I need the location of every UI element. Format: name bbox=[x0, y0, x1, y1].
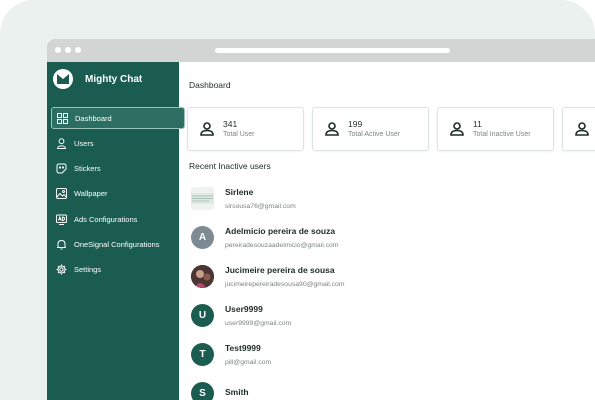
sidebar-item-users[interactable]: Users bbox=[51, 132, 179, 154]
stat-card-total-user[interactable]: 341 Total User bbox=[187, 107, 304, 151]
stat-label: Total Active User bbox=[348, 130, 401, 138]
browser-titlebar bbox=[47, 39, 595, 62]
avatar: T bbox=[191, 343, 214, 366]
dashboard-grid-icon bbox=[56, 112, 68, 124]
window-controls bbox=[55, 47, 81, 53]
sidebar-nav: Dashboard Users Stickers Wallpaper Ads C… bbox=[51, 107, 185, 284]
list-item[interactable]: S Smith bbox=[191, 374, 591, 400]
maximize-dot[interactable] bbox=[75, 47, 81, 53]
user-name: Sirlene bbox=[225, 186, 254, 197]
bell-icon bbox=[55, 238, 67, 250]
stat-label: Total User bbox=[223, 130, 255, 138]
app-name: Mighty Chat bbox=[85, 73, 143, 85]
user-name: Jucimeire pereira de sousa bbox=[225, 264, 335, 275]
ad-icon bbox=[55, 213, 67, 225]
sidebar-item-label: Dashboard bbox=[75, 113, 112, 123]
stat-value: 11 bbox=[473, 118, 482, 129]
avatar bbox=[191, 187, 214, 210]
sidebar-item-stickers[interactable]: Stickers bbox=[51, 158, 179, 180]
main-content: Dashboard 341 Total User 199 Total Activ… bbox=[179, 62, 595, 400]
stat-card-total-inactive-user[interactable]: 11 Total Inactive User bbox=[437, 107, 554, 151]
stat-value: 199 bbox=[348, 118, 363, 129]
user-email: jucimeirepereiradesousa90@gmail.com bbox=[225, 280, 345, 288]
brand[interactable]: Mighty Chat bbox=[53, 69, 142, 89]
user-icon bbox=[325, 122, 339, 136]
image-icon bbox=[55, 188, 67, 200]
list-item[interactable]: T Test9999 pill@gmail.com bbox=[191, 335, 591, 374]
stat-value: 341 bbox=[223, 118, 238, 129]
user-name: Test9999 bbox=[225, 342, 261, 353]
sidebar-item-label: Stickers bbox=[74, 164, 101, 174]
user-email: user9999@gmail.com bbox=[225, 319, 292, 327]
browser-window: Mighty Chat Dashboard Users Stickers Wal… bbox=[47, 39, 595, 400]
sidebar-item-settings[interactable]: Settings bbox=[51, 259, 179, 281]
sidebar-item-label: Wallpaper bbox=[74, 189, 108, 199]
user-name: User9999 bbox=[225, 303, 263, 314]
sidebar-item-label: OneSignal Configurations bbox=[74, 239, 160, 249]
user-email: pereiradesouzaadelmicio@gmail.com bbox=[225, 241, 339, 249]
list-item[interactable]: Sirlene sirsousa76@gmail.com bbox=[191, 179, 591, 218]
user-email: sirsousa76@gmail.com bbox=[225, 202, 296, 210]
user-icon bbox=[55, 137, 67, 149]
avatar bbox=[191, 265, 214, 288]
sidebar: Mighty Chat Dashboard Users Stickers Wal… bbox=[47, 62, 185, 400]
minimize-dot[interactable] bbox=[65, 47, 71, 53]
list-item[interactable]: Jucimeire pereira de sousa jucimeirepere… bbox=[191, 257, 591, 296]
recent-inactive-users-list: Sirlene sirsousa76@gmail.com A Adelmicio… bbox=[191, 179, 591, 400]
mighty-chat-logo-icon bbox=[53, 69, 73, 89]
stats-row: 341 Total User 199 Total Active User 11 … bbox=[187, 107, 595, 151]
avatar: U bbox=[191, 304, 214, 327]
sidebar-item-onesignal-configurations[interactable]: OneSignal Configurations bbox=[51, 233, 179, 255]
user-icon bbox=[575, 122, 589, 136]
stat-card-partial[interactable] bbox=[562, 107, 595, 151]
avatar: A bbox=[191, 226, 214, 249]
user-name: Smith bbox=[225, 387, 249, 397]
user-email: pill@gmail.com bbox=[225, 358, 272, 366]
user-icon bbox=[200, 122, 214, 136]
gear-icon bbox=[55, 264, 67, 276]
sidebar-item-label: Ads Configurations bbox=[74, 214, 138, 224]
avatar: S bbox=[191, 382, 214, 400]
sticker-icon bbox=[55, 163, 67, 175]
recent-inactive-users-title: Recent Inactive users bbox=[189, 161, 271, 171]
user-icon bbox=[450, 122, 464, 136]
sidebar-item-label: Users bbox=[74, 138, 94, 148]
sidebar-item-dashboard[interactable]: Dashboard bbox=[51, 107, 185, 129]
stat-label: Total Inactive User bbox=[473, 130, 531, 138]
user-name: Adelmicio pereira de souza bbox=[225, 225, 336, 236]
list-item[interactable]: A Adelmicio pereira de souza pereiradeso… bbox=[191, 218, 591, 257]
sidebar-item-ads-configurations[interactable]: Ads Configurations bbox=[51, 208, 179, 230]
sidebar-item-wallpaper[interactable]: Wallpaper bbox=[51, 183, 179, 205]
close-dot[interactable] bbox=[55, 47, 61, 53]
stat-card-total-active-user[interactable]: 199 Total Active User bbox=[312, 107, 429, 151]
sidebar-item-label: Settings bbox=[74, 265, 102, 275]
page-title: Dashboard bbox=[189, 80, 231, 90]
list-item[interactable]: U User9999 user9999@gmail.com bbox=[191, 296, 591, 335]
address-bar[interactable] bbox=[215, 48, 450, 53]
